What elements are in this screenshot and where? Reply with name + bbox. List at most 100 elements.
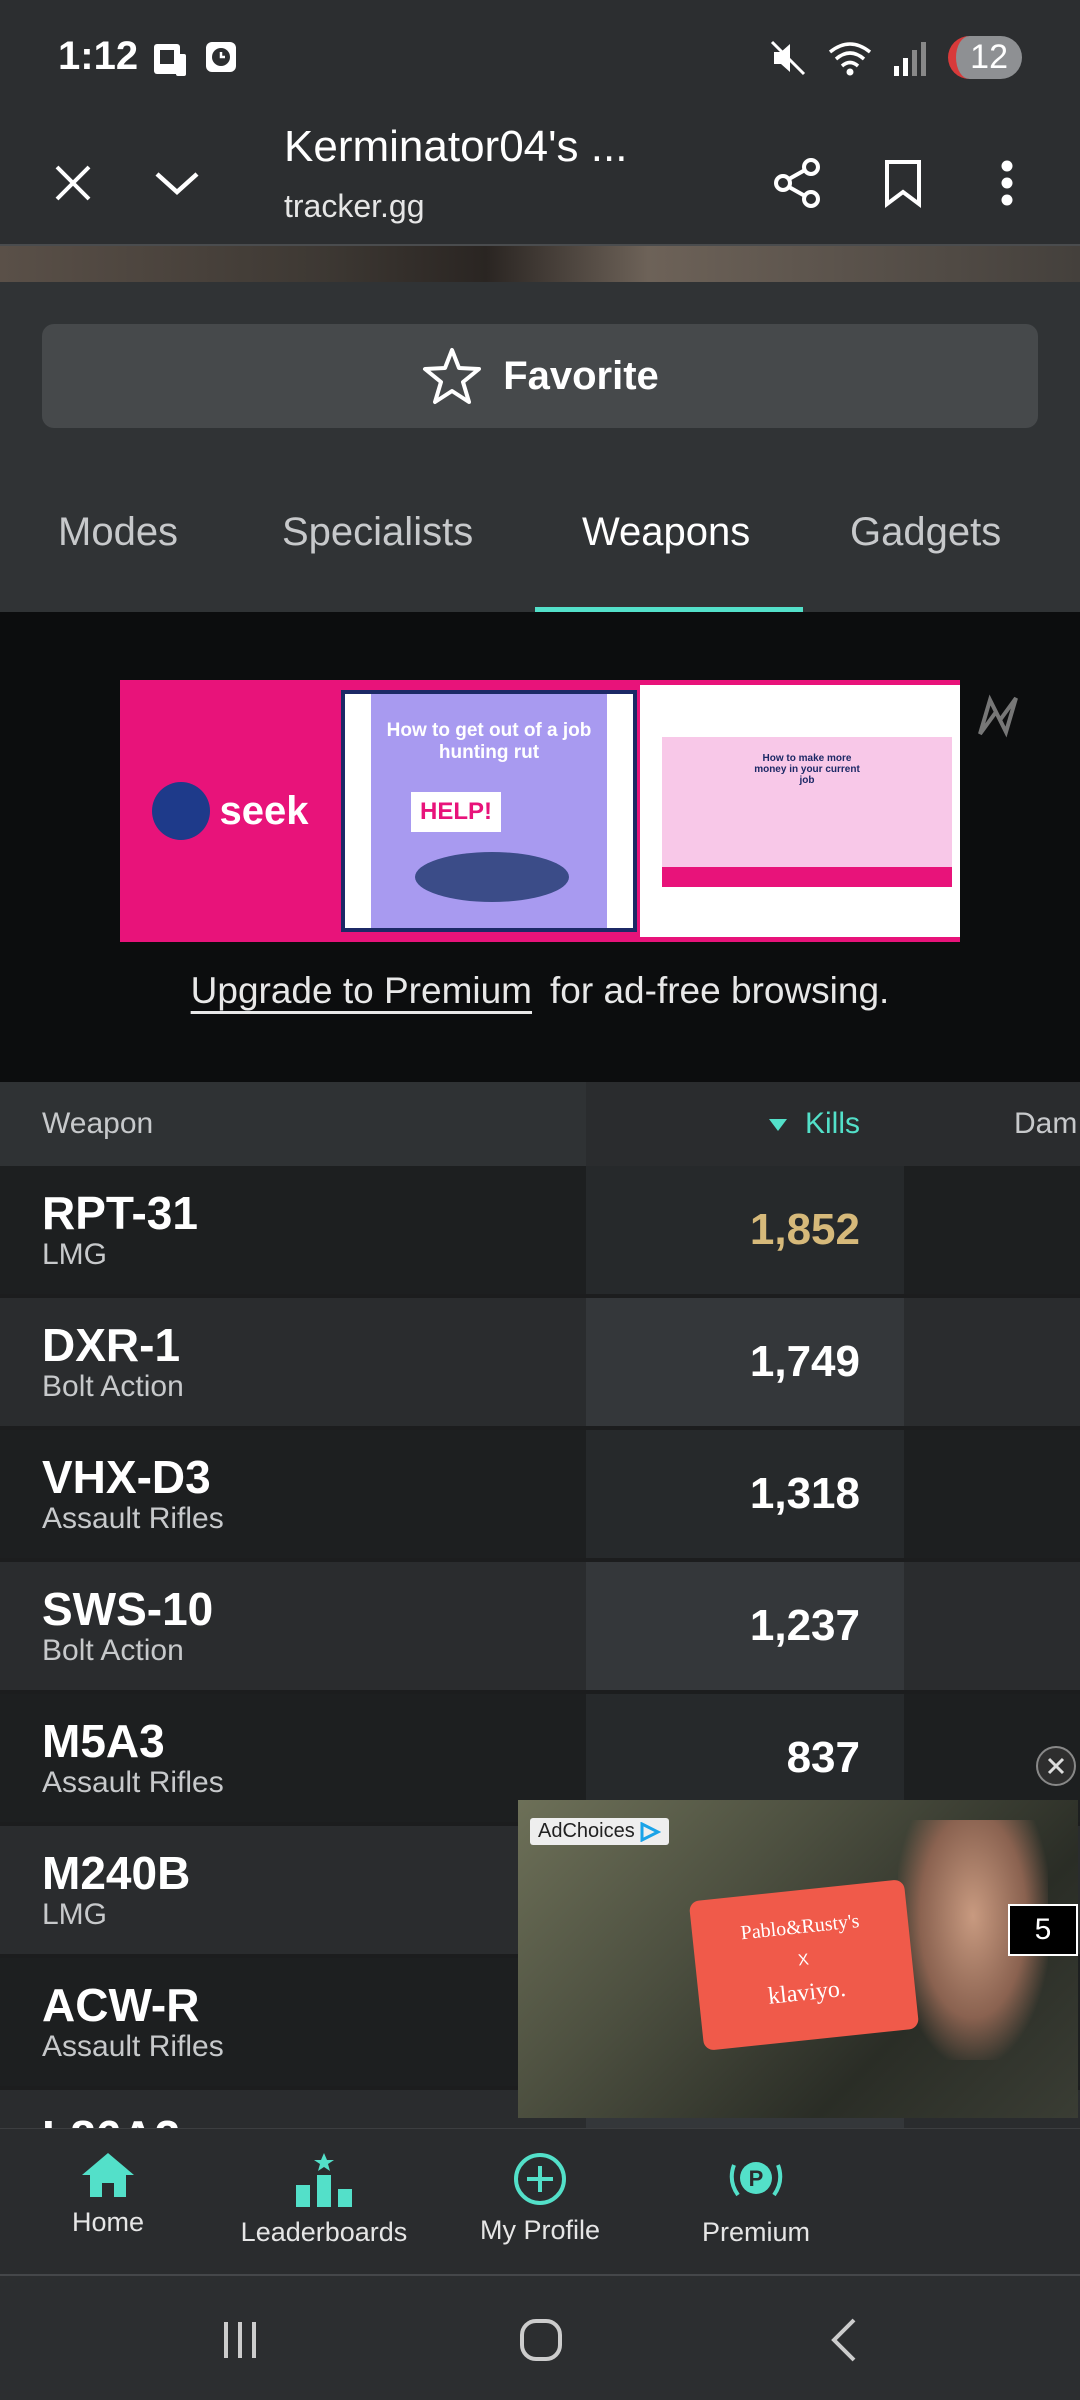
- nav-premium-label: Premium: [701, 2217, 810, 2247]
- upgrade-premium-link[interactable]: Upgrade to Premium: [191, 970, 532, 1011]
- share-button[interactable]: [762, 148, 832, 218]
- bookmark-icon: [885, 160, 921, 208]
- back-button[interactable]: [814, 2310, 874, 2370]
- adchoices-badge[interactable]: AdChoices: [530, 1818, 669, 1845]
- minimize-tab-button[interactable]: [142, 148, 212, 218]
- table-row[interactable]: SWS-10 Bolt Action 1,237: [0, 1562, 1080, 1690]
- network-logo-icon: [978, 694, 1018, 738]
- ad-area: seek How to get out of a job hunting rut…: [0, 612, 1080, 1082]
- nav-leaderboards[interactable]: Leaderboards: [224, 2151, 424, 2248]
- damage-cell: [904, 1430, 1080, 1558]
- kills-value: 1,852: [586, 1166, 904, 1294]
- table-row[interactable]: VHX-D3 Assault Rifles 1,318: [0, 1430, 1080, 1558]
- seek-ad-banner[interactable]: seek How to get out of a job hunting rut…: [120, 680, 960, 942]
- damage-cell: [904, 1298, 1080, 1426]
- nav-premium[interactable]: P Premium: [656, 2151, 856, 2248]
- weapon-name: SWS-10: [42, 1583, 214, 1635]
- signal-icon: [894, 41, 927, 76]
- nav-my-profile[interactable]: My Profile: [440, 2151, 640, 2246]
- column-header-damage[interactable]: Dam: [1014, 1082, 1077, 1166]
- home-button[interactable]: [511, 2310, 571, 2370]
- weapon-type: LMG: [42, 1238, 108, 1271]
- weapon-cell: SWS-10 Bolt Action: [0, 1562, 586, 1690]
- ad-card1-text: How to get out of a job hunting rut: [386, 720, 592, 763]
- section-tabs: Modes Specialists Weapons Gadgets: [0, 452, 1080, 612]
- damage-cell: [904, 1562, 1080, 1690]
- more-options-button[interactable]: [972, 148, 1042, 218]
- favorite-area: Favorite: [0, 282, 1080, 452]
- nav-my-profile-label: My Profile: [479, 2215, 601, 2245]
- status-bar: 1:12 12: [0, 0, 1080, 118]
- profile-hero-image: [0, 246, 1080, 282]
- clock-app-icon: [206, 42, 236, 72]
- sort-desc-icon: [768, 1119, 787, 1132]
- kills-value: 1,749: [586, 1298, 904, 1426]
- svg-text:P: P: [749, 2166, 764, 2191]
- weapon-cell: ACW-R Assault Rifles: [0, 1958, 586, 2086]
- hole-illustration: [415, 852, 569, 902]
- seek-logo-panel: seek: [125, 685, 335, 937]
- table-row[interactable]: RPT-31 LMG 1,852: [0, 1166, 1080, 1294]
- table-row[interactable]: DXR-1 Bolt Action 1,749: [0, 1298, 1080, 1426]
- weapon-name: DXR-1: [42, 1319, 181, 1371]
- ad-card2-text: How to make more money in your current j…: [754, 753, 860, 786]
- home-circle-icon: [520, 2319, 562, 2361]
- favorite-label: Favorite: [503, 353, 659, 398]
- tab-gadgets[interactable]: Gadgets: [850, 510, 1001, 555]
- tab-modes[interactable]: Modes: [58, 510, 178, 555]
- upgrade-line: Upgrade to Premium for ad-free browsing.: [0, 970, 1080, 1012]
- star-icon: [423, 348, 482, 404]
- back-icon: [831, 2318, 856, 2362]
- home-icon: [82, 2153, 134, 2197]
- leaderboards-icon: [296, 2153, 352, 2207]
- nav-home[interactable]: Home: [8, 2151, 208, 2238]
- browser-toolbar: Kerminator04's ... tracker.gg: [0, 118, 1080, 246]
- weapon-name: ACW-R: [42, 1979, 200, 2031]
- premium-icon: P: [729, 2162, 783, 2197]
- wifi-icon: [829, 41, 872, 75]
- more-vertical-icon: [1001, 160, 1013, 206]
- weapon-name: M240B: [42, 1847, 191, 1899]
- bookmark-button[interactable]: [868, 148, 938, 218]
- seek-wordmark: seek: [219, 788, 309, 833]
- help-sign: HELP!: [411, 792, 501, 832]
- weapon-type: Assault Rifles: [42, 1766, 224, 1799]
- adchoices-label: AdChoices: [538, 1820, 635, 1842]
- ad-card2-bar: [662, 867, 952, 887]
- weapon-type: Assault Rifles: [42, 2030, 224, 2063]
- chevron-down-icon: [155, 172, 199, 196]
- page-url: tracker.gg: [284, 188, 425, 224]
- upgrade-text: for ad-free browsing.: [550, 970, 890, 1011]
- ad-card1-illustration: How to get out of a job hunting rut HELP…: [371, 694, 607, 928]
- ad-card-job-rut: How to get out of a job hunting rut HELP…: [341, 690, 637, 932]
- weapon-cell: L86A2: [0, 2090, 586, 2128]
- nav-home-label: Home: [71, 2207, 145, 2237]
- skip-countdown: 5: [1008, 1904, 1078, 1956]
- tab-specialists[interactable]: Specialists: [282, 510, 473, 555]
- favorite-button[interactable]: Favorite: [42, 324, 1038, 428]
- damage-cell: [904, 1166, 1080, 1294]
- share-icon: [774, 158, 820, 208]
- ad-card-more-money: How to make more money in your current j…: [640, 685, 960, 937]
- close-icon: [1047, 1757, 1065, 1775]
- weapon-type: Bolt Action: [42, 1370, 184, 1403]
- weapon-name: VHX-D3: [42, 1451, 211, 1503]
- weapon-name: RPT-31: [42, 1187, 198, 1239]
- status-left-icons: [150, 40, 238, 80]
- weapon-cell: M240B LMG: [0, 1826, 586, 1954]
- close-video-ad-button[interactable]: [1036, 1746, 1076, 1786]
- status-time: 1:12: [58, 34, 139, 78]
- close-tab-button[interactable]: [38, 148, 108, 218]
- weapon-name: L86A2: [42, 2112, 586, 2128]
- column-header-weapon[interactable]: Weapon: [0, 1082, 586, 1166]
- tab-weapons[interactable]: Weapons: [582, 510, 750, 555]
- video-ad[interactable]: AdChoices Pablo&Rusty's X klaviyo.: [518, 1800, 1078, 2118]
- bottom-navigation: Home Leaderboards My Profile P Premium: [0, 2128, 1080, 2274]
- ad-card2-illustration: How to make more money in your current j…: [662, 737, 952, 887]
- column-header-kills[interactable]: Kills: [586, 1082, 904, 1166]
- recent-apps-button[interactable]: [210, 2310, 270, 2370]
- weapon-name: M5A3: [42, 1715, 165, 1767]
- kills-header-label: Kills: [804, 1107, 860, 1140]
- close-icon: [55, 165, 91, 201]
- kills-value: 1,318: [586, 1430, 904, 1558]
